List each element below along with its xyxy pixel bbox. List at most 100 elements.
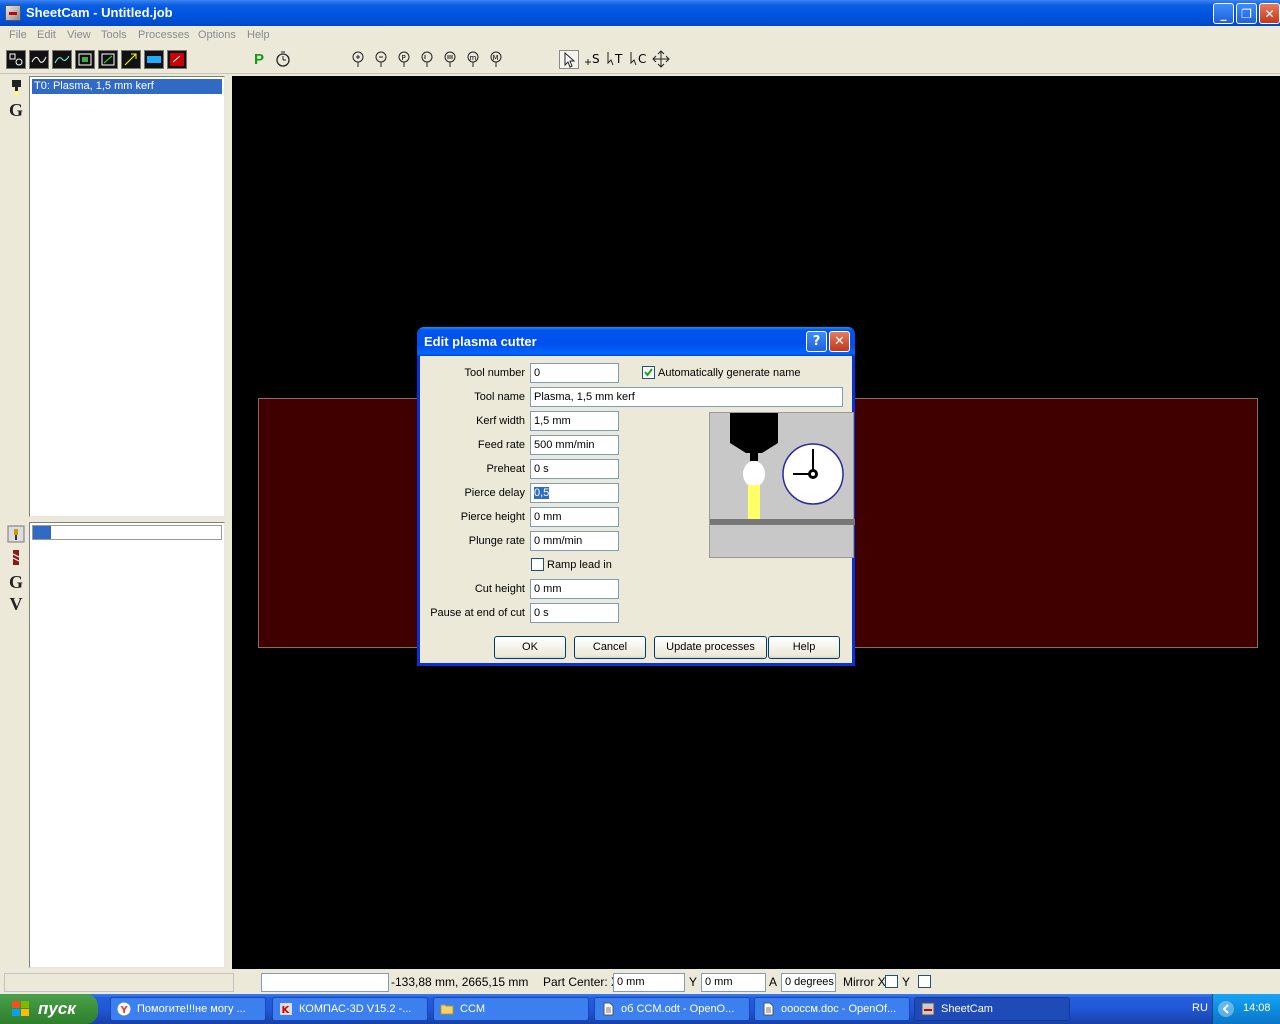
svg-text:C: C — [638, 52, 646, 66]
set-text-icon[interactable]: T — [606, 50, 626, 69]
material-view-icon[interactable] — [144, 50, 164, 69]
outline-view-icon[interactable] — [75, 50, 95, 69]
feed-rate-field[interactable]: 500 mm/min — [530, 435, 619, 455]
operation-progress-row[interactable] — [32, 525, 222, 540]
vcode-icon[interactable]: V — [6, 594, 26, 614]
language-indicator[interactable]: RU — [1192, 1002, 1208, 1014]
ramp-lead-in-label[interactable]: Ramp lead in — [547, 559, 612, 571]
start-button[interactable]: пуск — [0, 994, 98, 1024]
preheat-field[interactable]: 0 s — [530, 459, 619, 479]
sheetcam-app-icon[interactable] — [5, 5, 21, 21]
run-process-button[interactable]: P — [249, 50, 269, 69]
start-point-icon[interactable] — [167, 50, 187, 69]
spindle-icon[interactable] — [6, 524, 26, 544]
menu-processes[interactable]: Processes — [138, 29, 189, 41]
tray-expand-icon[interactable] — [1218, 1001, 1234, 1017]
operations-list[interactable] — [29, 522, 225, 968]
svg-text:S: S — [592, 52, 600, 66]
ok-button[interactable]: OK — [494, 636, 566, 659]
minimize-button[interactable]: _ — [1213, 3, 1234, 24]
pierce-delay-field[interactable]: 0,5 — [530, 483, 619, 503]
menu-view[interactable]: View — [67, 29, 91, 41]
drill-icon[interactable] — [6, 548, 26, 568]
toolpath-view-icon[interactable] — [29, 50, 49, 69]
menu-edit[interactable]: Edit — [37, 29, 56, 41]
zoom-machine-icon[interactable]: M — [487, 50, 507, 69]
clock[interactable]: 14:08 — [1243, 1002, 1271, 1014]
task-openoffice-odt[interactable]: об CCM.odt - OpenO... — [594, 997, 750, 1021]
menu-options[interactable]: Options — [198, 29, 236, 41]
kerf-width-label: Kerf width — [476, 415, 525, 427]
zoom-part-icon[interactable]: P — [395, 50, 415, 69]
kerf-width-field[interactable]: 1,5 mm — [530, 411, 619, 431]
torch-icon[interactable] — [6, 78, 26, 98]
tool-name-field[interactable]: Plasma, 1,5 mm kerf — [530, 387, 843, 407]
zoom-all-icon[interactable] — [441, 50, 461, 69]
timer-icon[interactable] — [273, 50, 293, 69]
menu-bar: File Edit View Tools Processes Options H… — [0, 26, 1280, 46]
tools-list[interactable]: T0: Plasma, 1,5 mm kerf — [29, 76, 225, 517]
part-center-x-field[interactable]: 0 mm — [613, 973, 685, 992]
tool-number-label: Tool number — [464, 367, 525, 379]
select-pointer-icon[interactable] — [559, 50, 579, 69]
task-sheetcam[interactable]: SheetCam — [914, 997, 1070, 1021]
zoom-in-icon[interactable] — [349, 50, 369, 69]
shapes-view-icon[interactable] — [6, 50, 26, 69]
svg-text:K: K — [282, 1005, 291, 1016]
auto-name-label[interactable]: Automatically generate name — [658, 367, 800, 379]
help-button[interactable]: Help — [768, 636, 840, 659]
dialog-title-bar[interactable]: Edit plasma cutter ? ✕ — [417, 327, 855, 356]
gcode-icon[interactable]: G — [6, 572, 26, 592]
feed-rate-label: Feed rate — [477, 439, 525, 451]
tool-number-field[interactable]: 0 — [530, 363, 619, 383]
zoom-out-icon[interactable] — [372, 50, 392, 69]
task-label: SheetCam — [941, 1003, 993, 1015]
cut-height-field[interactable]: 0 mm — [530, 579, 619, 599]
mirror-x-label: Mirror X — [843, 975, 886, 989]
gcode-icon[interactable]: G — [6, 100, 26, 120]
cancel-button[interactable]: Cancel — [574, 636, 646, 659]
task-yandex-browser[interactable]: Y Помогите!!!не могу ... — [110, 997, 266, 1021]
zoom-window-icon[interactable] — [418, 50, 438, 69]
pause-end-field[interactable]: 0 s — [530, 603, 619, 623]
pierce-delay-label: Pierce delay — [464, 487, 525, 499]
ramp-lead-in-checkbox[interactable] — [531, 558, 544, 571]
angle-field[interactable]: 0 degrees — [781, 973, 836, 992]
rapid-view-icon[interactable] — [52, 50, 72, 69]
menu-tools[interactable]: Tools — [101, 29, 127, 41]
set-start-point-icon[interactable]: S — [583, 50, 603, 69]
yandex-browser-icon: Y — [117, 1002, 131, 1016]
menu-file[interactable]: File — [9, 29, 27, 41]
status-input[interactable] — [261, 973, 389, 992]
task-label: об CCM.odt - OpenO... — [621, 1003, 735, 1015]
plunge-rate-field[interactable]: 0 mm/min — [530, 531, 619, 551]
task-label: CCM — [460, 1003, 486, 1015]
inside-view-icon[interactable] — [98, 50, 118, 69]
task-label: ооосcм.doc - OpenOf... — [781, 1003, 897, 1015]
set-cut-direction-icon[interactable]: C — [629, 50, 649, 69]
dialog-close-button[interactable]: ✕ — [829, 331, 850, 352]
mirror-y-checkbox[interactable] — [918, 975, 931, 988]
close-button[interactable]: ✕ — [1259, 3, 1280, 24]
part-center-y-field[interactable]: 0 mm — [701, 973, 766, 992]
zoom-material-icon[interactable]: m — [464, 50, 484, 69]
menu-help[interactable]: Help — [247, 29, 270, 41]
task-folder-ccm[interactable]: CCM — [433, 997, 589, 1021]
svg-text:m: m — [470, 54, 477, 62]
auto-name-checkbox[interactable] — [642, 366, 655, 379]
task-kompas[interactable]: K КОМПАС-3D V15.2 -... — [272, 997, 428, 1021]
cut-direction-icon[interactable] — [121, 50, 141, 69]
pierce-height-field[interactable]: 0 mm — [530, 507, 619, 527]
title-bar[interactable]: SheetCam - Untitled.job _ ❐ ✕ — [0, 0, 1280, 26]
folder-icon — [440, 1004, 454, 1015]
dialog-help-button[interactable]: ? — [806, 331, 827, 352]
restore-button[interactable]: ❐ — [1236, 3, 1257, 24]
update-processes-button[interactable]: Update processes — [654, 636, 767, 659]
task-openoffice-doc[interactable]: ооосcм.doc - OpenOf... — [754, 997, 910, 1021]
pause-end-label: Pause at end of cut — [430, 607, 525, 619]
tool-item-t0[interactable]: T0: Plasma, 1,5 mm kerf — [32, 79, 222, 94]
window-title: SheetCam - Untitled.job — [26, 5, 173, 20]
move-icon[interactable] — [652, 50, 672, 69]
status-message — [4, 973, 234, 992]
mirror-x-checkbox[interactable] — [885, 975, 898, 988]
